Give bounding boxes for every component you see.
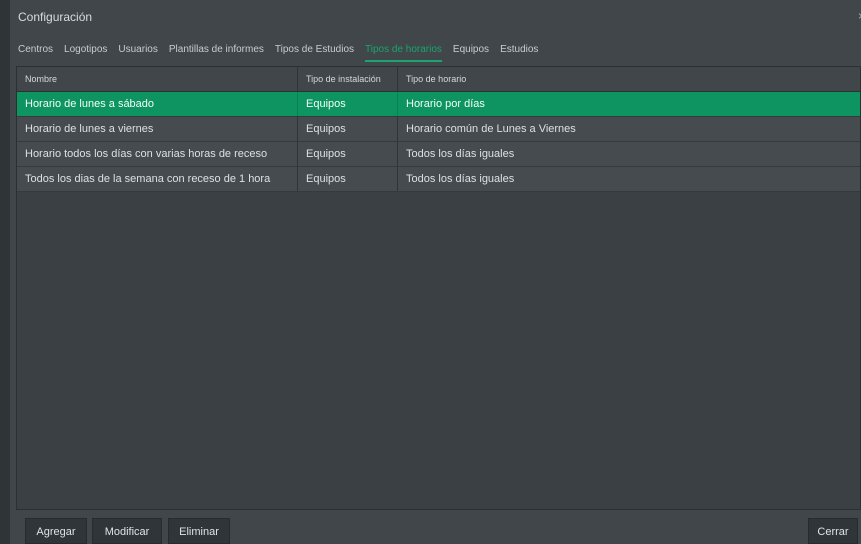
cell-tipo-de-instalacion: Equipos: [297, 92, 397, 116]
cell-nombre: Todos los dias de la semana con receso d…: [25, 173, 271, 185]
cell-nombre: Horario todos los días con varias horas …: [25, 148, 268, 160]
delete-button[interactable]: Eliminar: [168, 518, 230, 544]
tab-tipos-de-horarios[interactable]: Tipos de horarios: [365, 44, 442, 62]
cell-tipo-de-horario: Todos los días iguales: [397, 167, 860, 191]
dialog-footer: Agregar Modificar Eliminar Cerrar: [10, 512, 861, 544]
cell-tipo-de-horario: Horario por días: [397, 92, 860, 116]
tab-estudios[interactable]: Estudios: [500, 44, 538, 60]
table-row[interactable]: Horario de lunes a sábado Equipos Horari…: [17, 92, 860, 117]
column-header-nombre[interactable]: Nombre: [17, 67, 297, 91]
table-row[interactable]: Todos los dias de la semana con receso d…: [17, 167, 860, 192]
cell-nombre: Horario de lunes a viernes: [25, 123, 154, 135]
title-bar: Configuración ×: [10, 0, 861, 34]
table-row[interactable]: Horario todos los días con varias horas …: [17, 142, 860, 167]
cell-tipo-de-horario: Todos los días iguales: [397, 142, 860, 166]
table-row[interactable]: Horario de lunes a viernes Equipos Horar…: [17, 117, 860, 142]
modify-button[interactable]: Modificar: [92, 518, 162, 544]
tab-usuarios[interactable]: Usuarios: [118, 44, 157, 60]
tab-logotipos[interactable]: Logotipos: [64, 44, 107, 60]
close-button[interactable]: Cerrar: [808, 518, 858, 544]
config-window: Configuración × Centros Logotipos Usuari…: [0, 0, 861, 544]
cell-nombre: Horario de lunes a sábado: [25, 98, 155, 110]
column-header-tipo-de-horario[interactable]: Tipo de horario: [397, 67, 860, 91]
tab-plantillas-de-informes[interactable]: Plantillas de informes: [169, 44, 264, 60]
tab-tipos-de-estudios[interactable]: Tipos de Estudios: [275, 44, 354, 60]
cell-tipo-de-instalacion: Equipos: [297, 117, 397, 141]
cell-tipo-de-instalacion: Equipos: [297, 142, 397, 166]
column-header-tipo-de-instalacion[interactable]: Tipo de instalación: [297, 67, 397, 91]
tab-bar: Centros Logotipos Usuarios Plantillas de…: [10, 44, 549, 66]
cell-tipo-de-instalacion: Equipos: [297, 167, 397, 191]
tab-equipos[interactable]: Equipos: [453, 44, 489, 60]
window-title: Configuración: [18, 10, 93, 24]
schedule-types-table: Nombre Tipo de instalación Tipo de horar…: [16, 66, 861, 510]
tab-centros[interactable]: Centros: [18, 44, 53, 60]
add-button[interactable]: Agregar: [25, 518, 87, 544]
table-header: Nombre Tipo de instalación Tipo de horar…: [17, 67, 860, 92]
cell-tipo-de-horario: Horario común de Lunes a Viernes: [397, 117, 860, 141]
